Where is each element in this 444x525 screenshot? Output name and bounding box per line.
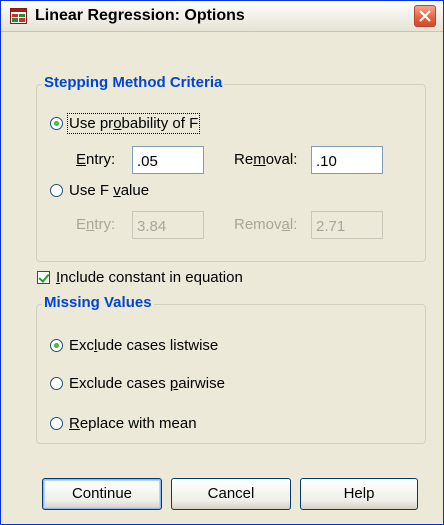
help-button[interactable]: Help bbox=[300, 478, 418, 510]
close-icon bbox=[419, 10, 431, 22]
close-button[interactable] bbox=[414, 5, 436, 27]
mnemonic: o bbox=[113, 115, 122, 132]
f-entry-label: Entry: bbox=[76, 216, 115, 233]
label-part: E bbox=[76, 216, 87, 233]
spss-app-icon bbox=[10, 8, 27, 24]
f-removal-field: 2.71 bbox=[311, 211, 383, 239]
mnemonic: m bbox=[253, 151, 266, 168]
mnemonic: p bbox=[169, 375, 179, 392]
mnemonic: E bbox=[76, 151, 87, 168]
label-part: Exc bbox=[69, 337, 95, 354]
mnemonic: a bbox=[281, 216, 290, 233]
use-f-value-radio[interactable]: Use F value bbox=[50, 182, 149, 199]
label-part: try: bbox=[94, 216, 116, 233]
label-part: Exclude cases bbox=[69, 375, 170, 392]
prob-removal-field[interactable]: .10 bbox=[311, 146, 383, 174]
radio-indicator bbox=[50, 184, 63, 197]
label-part: airwise bbox=[178, 375, 225, 392]
label-part: alue bbox=[120, 182, 150, 199]
use-probability-radio[interactable]: Use probability of F bbox=[50, 113, 201, 134]
label-part: oval: bbox=[265, 151, 298, 168]
continue-button[interactable]: Continue bbox=[42, 478, 162, 510]
replace-mean-label: Replace with mean bbox=[69, 415, 197, 432]
label-part: l: bbox=[289, 216, 298, 233]
use-f-value-label: Use F value bbox=[69, 182, 149, 199]
radio-indicator bbox=[50, 417, 63, 430]
label-part: Use pr bbox=[69, 115, 114, 132]
exclude-pairwise-radio[interactable]: Exclude cases pairwise bbox=[50, 375, 225, 392]
prob-entry-label: Entry: bbox=[76, 151, 115, 168]
mnemonic: v bbox=[113, 182, 121, 199]
cancel-button[interactable]: Cancel bbox=[171, 478, 291, 510]
prob-entry-field[interactable]: .05 bbox=[132, 146, 204, 174]
mnemonic: R bbox=[69, 415, 80, 432]
options-dialog: Linear Regression: Options Stepping Meth… bbox=[0, 0, 444, 525]
label-part: ude cases listwise bbox=[97, 337, 219, 354]
f-removal-label: Removal: bbox=[234, 216, 297, 233]
exclude-listwise-label: Exclude cases listwise bbox=[69, 337, 218, 354]
include-constant-label: Include constant in equation bbox=[56, 269, 243, 286]
exclude-listwise-radio[interactable]: Exclude cases listwise bbox=[50, 337, 218, 354]
stepping-method-legend: Stepping Method Criteria bbox=[42, 74, 225, 91]
include-constant-checkbox[interactable]: Include constant in equation bbox=[37, 269, 243, 286]
label-part: Use F bbox=[69, 182, 114, 199]
title-bar[interactable]: Linear Regression: Options bbox=[1, 1, 443, 32]
radio-indicator bbox=[50, 339, 63, 352]
prob-removal-label: Removal: bbox=[234, 151, 297, 168]
label-part: eplace with mean bbox=[79, 415, 197, 432]
window-title: Linear Regression: Options bbox=[35, 7, 245, 24]
checkbox-indicator bbox=[37, 271, 50, 284]
f-entry-field: 3.84 bbox=[132, 211, 204, 239]
replace-mean-radio[interactable]: Replace with mean bbox=[50, 415, 197, 432]
label-part: Remov bbox=[234, 216, 282, 233]
radio-indicator bbox=[50, 117, 63, 130]
label-part: nclude constant in equation bbox=[60, 269, 243, 286]
use-probability-label: Use probability of F bbox=[66, 113, 201, 134]
missing-values-legend: Missing Values bbox=[42, 294, 154, 311]
label-part: ntry: bbox=[86, 151, 116, 168]
label-part: Re bbox=[234, 151, 254, 168]
label-part: bability of F bbox=[121, 115, 199, 132]
exclude-pairwise-label: Exclude cases pairwise bbox=[69, 375, 225, 392]
radio-indicator bbox=[50, 377, 63, 390]
